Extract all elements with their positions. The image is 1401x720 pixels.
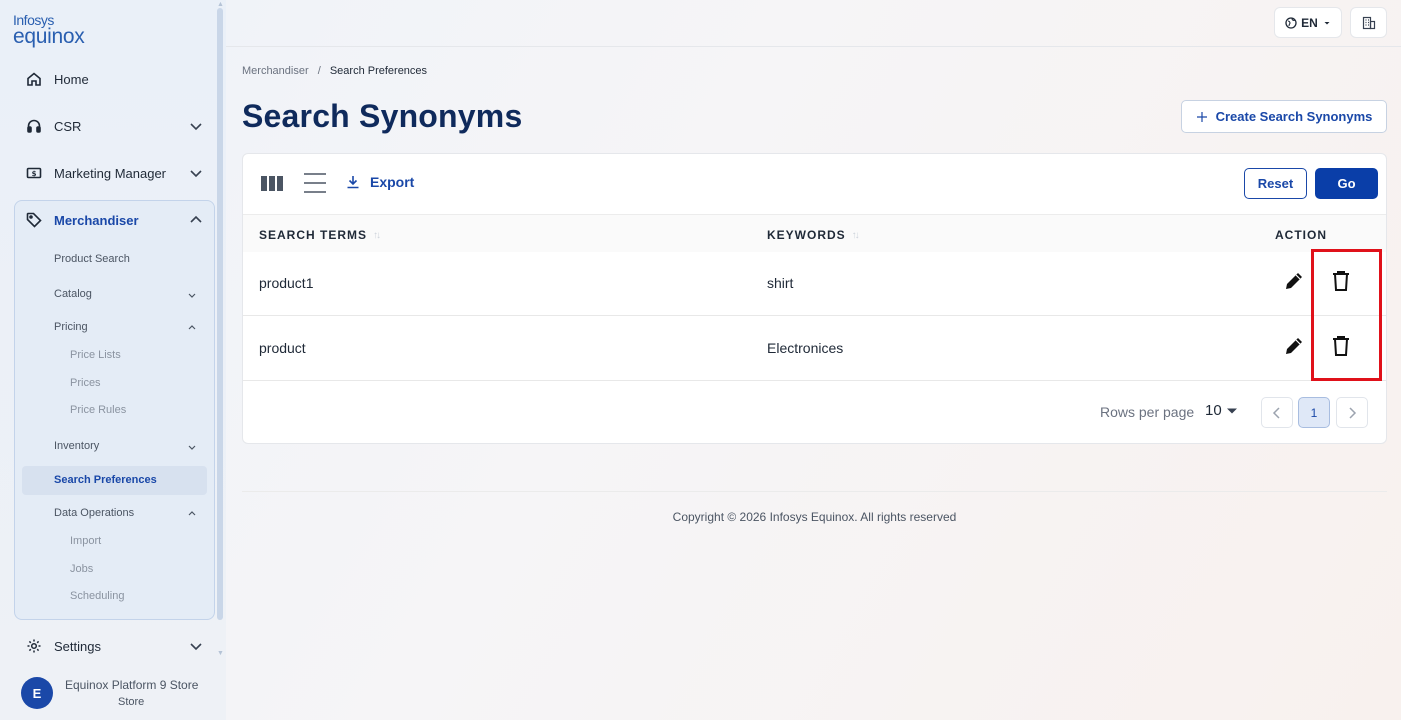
chevron-up-icon[interactable] bbox=[188, 212, 204, 228]
edit-icon[interactable] bbox=[1283, 270, 1305, 292]
prev-page-button[interactable] bbox=[1261, 397, 1293, 428]
language-label: EN bbox=[1301, 15, 1318, 30]
sidebar-item-search-preferences[interactable]: Search Preferences bbox=[54, 474, 157, 486]
rows-per-page-select[interactable]: 10 bbox=[1205, 402, 1238, 419]
sidebar-item-marketing[interactable]: $ Marketing Manager bbox=[14, 158, 214, 188]
home-icon bbox=[25, 70, 43, 88]
sidebar-item-prices[interactable]: Prices bbox=[70, 377, 101, 389]
go-button[interactable]: Go bbox=[1315, 168, 1378, 199]
density-icon[interactable] bbox=[304, 172, 326, 194]
breadcrumb-separator: / bbox=[317, 65, 321, 77]
reset-button[interactable]: Reset bbox=[1244, 168, 1307, 199]
column-header-label: SEARCH TERMS bbox=[259, 228, 368, 242]
sidebar-item-label: Settings bbox=[54, 638, 101, 654]
globe-icon bbox=[1285, 16, 1297, 29]
rows-per-page-value: 10 bbox=[1205, 402, 1222, 419]
page-title: Search Synonyms bbox=[242, 98, 523, 134]
logo-line2: equinox bbox=[13, 25, 85, 48]
next-page-button[interactable] bbox=[1336, 397, 1368, 428]
cell-search-term: product1 bbox=[259, 275, 314, 291]
sidebar-item-label: CSR bbox=[54, 118, 82, 134]
sidebar-item-pricing[interactable]: Pricing bbox=[54, 321, 88, 333]
cell-keywords: shirt bbox=[767, 275, 794, 291]
sidebar: Infosys equinox Home CSR $ Marketing Man… bbox=[0, 0, 226, 720]
sidebar-item-home[interactable]: Home bbox=[14, 64, 214, 94]
plus-icon bbox=[1196, 111, 1207, 122]
column-header-keywords[interactable]: KEYWORDS ↑↓ bbox=[767, 228, 860, 242]
sidebar-item-settings[interactable]: Settings bbox=[14, 631, 214, 661]
svg-text:$: $ bbox=[32, 170, 37, 178]
infosys-equinox-logo[interactable]: Infosys equinox bbox=[13, 13, 85, 48]
delete-column-highlight bbox=[1311, 249, 1382, 381]
tag-icon bbox=[25, 211, 43, 229]
sort-icon[interactable]: ↑↓ bbox=[373, 230, 381, 241]
table-row bbox=[243, 251, 1386, 316]
language-selector[interactable]: EN bbox=[1274, 7, 1342, 38]
create-button-label: Create Search Synonyms bbox=[1215, 109, 1373, 124]
sidebar-item-import[interactable]: Import bbox=[70, 535, 101, 547]
scroll-down-arrow[interactable]: ▼ bbox=[217, 650, 224, 657]
chevron-right-icon bbox=[1349, 406, 1357, 419]
sort-icon[interactable]: ↑↓ bbox=[852, 230, 860, 241]
store-switcher-button[interactable] bbox=[1350, 7, 1387, 38]
sidebar-item-catalog[interactable]: Catalog bbox=[54, 288, 92, 300]
sidebar-item-label: Home bbox=[54, 71, 89, 87]
store-avatar[interactable]: E bbox=[21, 677, 53, 709]
headset-icon bbox=[25, 117, 43, 135]
dollar-bill-icon: $ bbox=[25, 164, 43, 182]
edit-icon[interactable] bbox=[1283, 335, 1305, 357]
column-header-search-terms[interactable]: SEARCH TERMS ↑↓ bbox=[259, 228, 381, 242]
caret-down-icon bbox=[1324, 21, 1330, 24]
scroll-up-arrow[interactable]: ▲ bbox=[217, 1, 224, 8]
column-view-icon[interactable] bbox=[261, 176, 283, 191]
sidebar-item-inventory[interactable]: Inventory bbox=[54, 440, 99, 452]
footer-divider bbox=[242, 491, 1387, 492]
sidebar-item-price-lists[interactable]: Price Lists bbox=[70, 349, 121, 361]
chevron-down-icon[interactable] bbox=[188, 118, 204, 134]
sidebar-item-price-rules[interactable]: Price Rules bbox=[70, 404, 126, 416]
chevron-down-icon[interactable] bbox=[186, 289, 198, 301]
sidebar-item-merchandiser[interactable]: Merchandiser bbox=[14, 205, 214, 235]
store-type: Store bbox=[118, 696, 145, 708]
chevron-down-icon[interactable] bbox=[186, 441, 198, 453]
chevron-left-icon bbox=[1272, 406, 1280, 419]
copyright-text: Copyright © 2026 Infosys Equinox. All ri… bbox=[672, 510, 957, 524]
gear-icon bbox=[25, 637, 43, 655]
column-header-label: ACTION bbox=[1275, 228, 1327, 242]
breadcrumb-parent[interactable]: Merchandiser bbox=[242, 65, 309, 77]
breadcrumb-current: Search Preferences bbox=[329, 65, 428, 77]
cell-search-term: product bbox=[259, 340, 306, 356]
download-icon bbox=[347, 176, 359, 189]
sidebar-item-csr[interactable]: CSR bbox=[14, 111, 214, 141]
chevron-up-icon[interactable] bbox=[186, 322, 198, 334]
export-label: Export bbox=[370, 174, 415, 190]
sidebar-scrollbar[interactable] bbox=[217, 8, 223, 620]
chevron-down-icon[interactable] bbox=[188, 165, 204, 181]
breadcrumb: Merchandiser / Search Preferences bbox=[242, 65, 427, 77]
page-button-1[interactable]: 1 bbox=[1298, 397, 1330, 428]
store-name: Equinox Platform 9 Store bbox=[65, 678, 199, 692]
rows-per-page-label: Rows per page bbox=[1100, 404, 1195, 420]
export-button[interactable]: Export bbox=[346, 174, 414, 190]
topbar-divider bbox=[226, 46, 1401, 47]
building-icon bbox=[1362, 16, 1375, 29]
sidebar-item-jobs[interactable]: Jobs bbox=[70, 563, 93, 575]
cell-keywords: Electronices bbox=[767, 340, 844, 356]
sidebar-item-product-search[interactable]: Product Search bbox=[54, 253, 130, 265]
caret-down-icon bbox=[1226, 408, 1237, 413]
create-search-synonyms-button[interactable]: Create Search Synonyms bbox=[1181, 100, 1387, 133]
chevron-down-icon[interactable] bbox=[188, 638, 204, 654]
sidebar-item-label: Marketing Manager bbox=[54, 165, 166, 181]
column-header-action: ACTION bbox=[1275, 228, 1327, 242]
sidebar-item-scheduling[interactable]: Scheduling bbox=[70, 590, 124, 602]
column-header-label: KEYWORDS bbox=[767, 228, 846, 242]
sidebar-item-label: Merchandiser bbox=[54, 212, 139, 228]
